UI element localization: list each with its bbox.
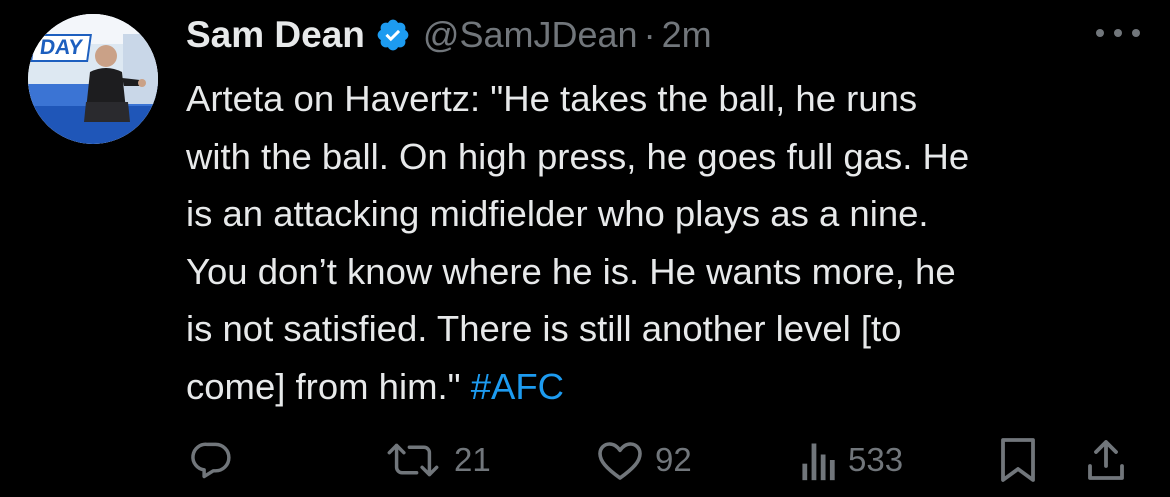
tweet-line: is an attacking midfielder who plays as …	[186, 193, 929, 235]
avatar[interactable]: DAY	[28, 14, 158, 144]
more-options-icon[interactable]	[1096, 20, 1140, 46]
like-count: 92	[655, 441, 692, 478]
tweet-line: Arteta on Havertz: "He takes the ball, h…	[186, 78, 918, 119]
tweet-line: with the ball. On high press, he goes fu…	[186, 135, 970, 177]
tweet: DAY Sam Dean @SamJDean · 2m Arteta on Ha…	[0, 0, 1170, 497]
author-handle[interactable]: @SamJDean	[423, 14, 638, 56]
tweet-line-last: come] from him." #AFC	[186, 358, 1156, 416]
hashtag-link[interactable]: #AFC	[471, 366, 564, 407]
timestamp[interactable]: 2m	[662, 14, 712, 56]
views-count: 533	[848, 441, 904, 478]
heart-icon	[598, 442, 642, 480]
bookmark-button[interactable]	[998, 430, 1038, 490]
avatar-logo-text: DAY	[30, 34, 93, 62]
author-name[interactable]: Sam Dean	[186, 14, 365, 56]
tweet-line: come] from him."	[186, 365, 471, 407]
tweet-line: You don’t know where he is. He wants mor…	[186, 250, 956, 292]
share-icon	[1088, 440, 1124, 480]
reply-icon	[191, 442, 231, 479]
separator-dot: ·	[643, 14, 656, 55]
retweet-button[interactable]: 21	[382, 430, 491, 490]
tweet-text: Arteta on Havertz: "He takes the ball, h…	[186, 70, 1156, 416]
views-button[interactable]: 533	[798, 430, 903, 490]
reply-button[interactable]	[190, 430, 234, 490]
share-button[interactable]	[1086, 430, 1126, 490]
verified-badge-icon	[375, 17, 411, 53]
bookmark-icon	[1001, 438, 1035, 482]
tweet-line: is not satisfied. There is still another…	[186, 308, 902, 350]
like-button[interactable]: 92	[595, 430, 692, 490]
retweet-count: 21	[454, 441, 491, 478]
retweet-icon	[387, 443, 439, 477]
tweet-header: Sam Dean @SamJDean · 2m	[186, 10, 712, 60]
views-icon	[802, 443, 835, 481]
action-bar: 21 92 533	[0, 430, 1170, 490]
